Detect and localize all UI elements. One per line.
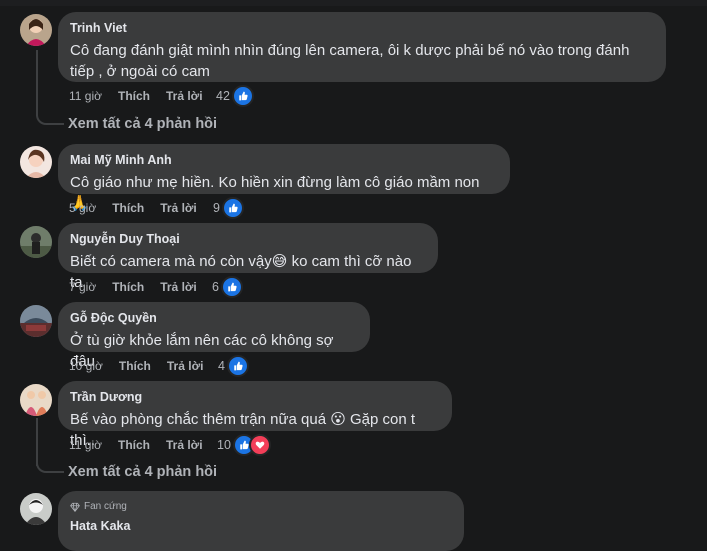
comment-actions: 11 giờ Thích Trả lời: [69, 436, 219, 454]
comment-author[interactable]: Trần Dương: [70, 389, 440, 406]
reaction-count: 10: [217, 438, 231, 452]
reply-button[interactable]: Trả lời: [167, 359, 204, 373]
reaction-count: 9: [213, 201, 220, 215]
comment-time[interactable]: 11 giờ: [69, 438, 102, 452]
like-button[interactable]: Thích: [119, 359, 151, 373]
reaction-summary[interactable]: 42: [216, 85, 254, 107]
reaction-count: 4: [218, 359, 225, 373]
comment-text: Cô đang đánh giật mình nhìn đúng lên cam…: [70, 42, 630, 80]
thumbs-up-icon: [220, 276, 243, 298]
reply-button[interactable]: Trả lời: [160, 201, 197, 215]
comment-bubble: Mai Mỹ Minh Anh Cô giáo như mẹ hiền. Ko …: [58, 144, 510, 212]
reaction-summary[interactable]: 4: [218, 355, 249, 377]
comment-bubble: Nguyễn Duy Thoại Biết có camera mà nó cò…: [58, 223, 438, 291]
thread-elbow: [36, 459, 64, 473]
like-button[interactable]: Thích: [112, 280, 144, 294]
reaction-count: 6: [212, 280, 219, 294]
comment-bubble: Gỗ Độc Quyền Ở tù giờ khỏe lắm nên các c…: [58, 302, 370, 370]
reaction-summary[interactable]: 9: [213, 197, 244, 219]
avatar[interactable]: [20, 493, 52, 525]
comment-bubble: Fan cứng Hata Kaka: [58, 491, 464, 551]
comment-bubble: Trần Dương Bế vào phòng chắc thêm trận n…: [58, 381, 452, 449]
comment-author[interactable]: Hata Kaka: [70, 518, 452, 535]
comment-time[interactable]: 11 giờ: [69, 89, 102, 103]
top-divider: [0, 0, 707, 6]
comment-actions: 11 giờ Thích Trả lời: [69, 87, 219, 105]
avatar[interactable]: [20, 305, 52, 337]
avatar[interactable]: [20, 226, 52, 258]
comment-time[interactable]: 5 giờ: [69, 201, 96, 215]
diamond-icon: [70, 502, 80, 512]
comment-time[interactable]: 10 giờ: [69, 359, 103, 373]
comment-author[interactable]: Gỗ Độc Quyền: [70, 310, 358, 327]
heart-icon: [248, 434, 271, 456]
reply-button[interactable]: Trả lời: [160, 280, 197, 294]
reaction-count: 42: [216, 89, 230, 103]
like-button[interactable]: Thích: [118, 89, 150, 103]
thumbs-up-icon: [221, 197, 244, 219]
thread-elbow: [36, 111, 64, 125]
fan-badge[interactable]: Fan cứng: [70, 500, 452, 514]
view-replies-label[interactable]: Xem tất cả 4 phản hồi: [68, 464, 217, 480]
thread-line: [36, 50, 38, 116]
comment-time[interactable]: 7 giờ: [69, 280, 96, 294]
reaction-summary[interactable]: 6: [212, 276, 243, 298]
avatar[interactable]: [20, 146, 52, 178]
reply-button[interactable]: Trả lời: [166, 438, 203, 452]
comment-author[interactable]: Trinh Viet: [70, 20, 654, 37]
comment-actions: 7 giờ Thích Trả lời: [69, 278, 213, 296]
badge-label: Fan cứng: [84, 501, 127, 512]
avatar[interactable]: [20, 384, 52, 416]
thumbs-up-icon: [231, 85, 254, 107]
comment-bubble: Trinh Viet Cô đang đánh giật mình nhìn đ…: [58, 12, 666, 82]
avatar[interactable]: [20, 14, 52, 46]
like-button[interactable]: Thích: [118, 438, 150, 452]
comment-actions: 5 giờ Thích Trả lời: [69, 199, 213, 217]
comment-author[interactable]: Nguyễn Duy Thoại: [70, 231, 426, 248]
reaction-summary[interactable]: 10: [217, 434, 271, 456]
view-replies-link[interactable]: Xem tất cả 4 phản hồi: [36, 111, 217, 132]
thumbs-up-icon: [226, 355, 249, 377]
reply-button[interactable]: Trả lời: [166, 89, 203, 103]
comment-author[interactable]: Mai Mỹ Minh Anh: [70, 152, 498, 169]
like-button[interactable]: Thích: [112, 201, 144, 215]
comment-actions: 10 giờ Thích Trả lời: [69, 357, 219, 375]
view-replies-link[interactable]: Xem tất cả 4 phản hồi: [36, 459, 217, 480]
view-replies-label[interactable]: Xem tất cả 4 phản hồi: [68, 116, 217, 132]
